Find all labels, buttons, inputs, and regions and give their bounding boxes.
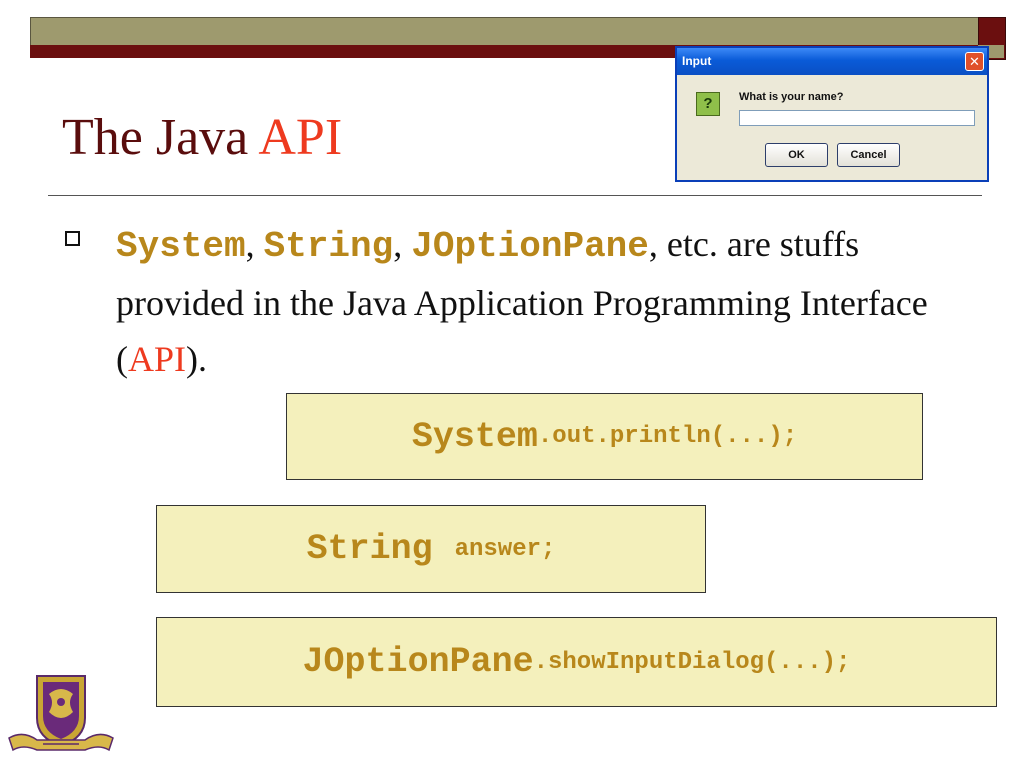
ok-button[interactable]: OK (765, 143, 828, 167)
close-icon[interactable]: ✕ (965, 52, 984, 71)
header-band-olive (30, 17, 1005, 47)
slide-title: The Java API (62, 112, 342, 164)
name-input[interactable] (739, 110, 975, 126)
code-string: String (263, 226, 394, 267)
crest-icon (8, 675, 114, 752)
code-box-string: String answer; (156, 505, 706, 593)
bullet-close: ). (186, 339, 208, 379)
code-box-rest: .out.println(...); (537, 423, 798, 450)
dialog-titlebar[interactable]: Input ✕ (677, 48, 987, 75)
code-system: System (116, 226, 246, 267)
code-box-class: JOptionPane (302, 642, 534, 682)
bullet-square-icon (65, 231, 80, 246)
code-box-class: System (411, 416, 538, 457)
title-divider (48, 195, 982, 196)
code-box-class: String (306, 529, 433, 569)
dialog-prompt: What is your name? (739, 91, 844, 103)
code-box-system: System .out.println(...); (286, 393, 923, 480)
code-box-rest: answer; (454, 535, 556, 563)
code-box-rest: .showInputDialog(...); (533, 648, 851, 676)
bullet-sep-1: , (245, 224, 264, 264)
bullet-text: System, String, JOptionPane, etc. are st… (116, 216, 946, 387)
bullet-sep-2: , (393, 224, 412, 264)
code-box-joptionpane: JOptionPane .showInputDialog(...); (156, 617, 997, 707)
code-joptionpane: JOptionPane (411, 226, 649, 267)
bullet-api-accent: API (128, 339, 187, 379)
cancel-button[interactable]: Cancel (837, 143, 900, 167)
dialog-title: Input (682, 54, 712, 68)
slide-title-accent: API (258, 109, 343, 166)
input-dialog: Input ✕ ? What is your name? OK Cancel (675, 46, 989, 182)
university-crest-logo (3, 672, 119, 757)
slide-title-text: The Java (62, 109, 259, 166)
question-icon: ? (696, 92, 720, 116)
